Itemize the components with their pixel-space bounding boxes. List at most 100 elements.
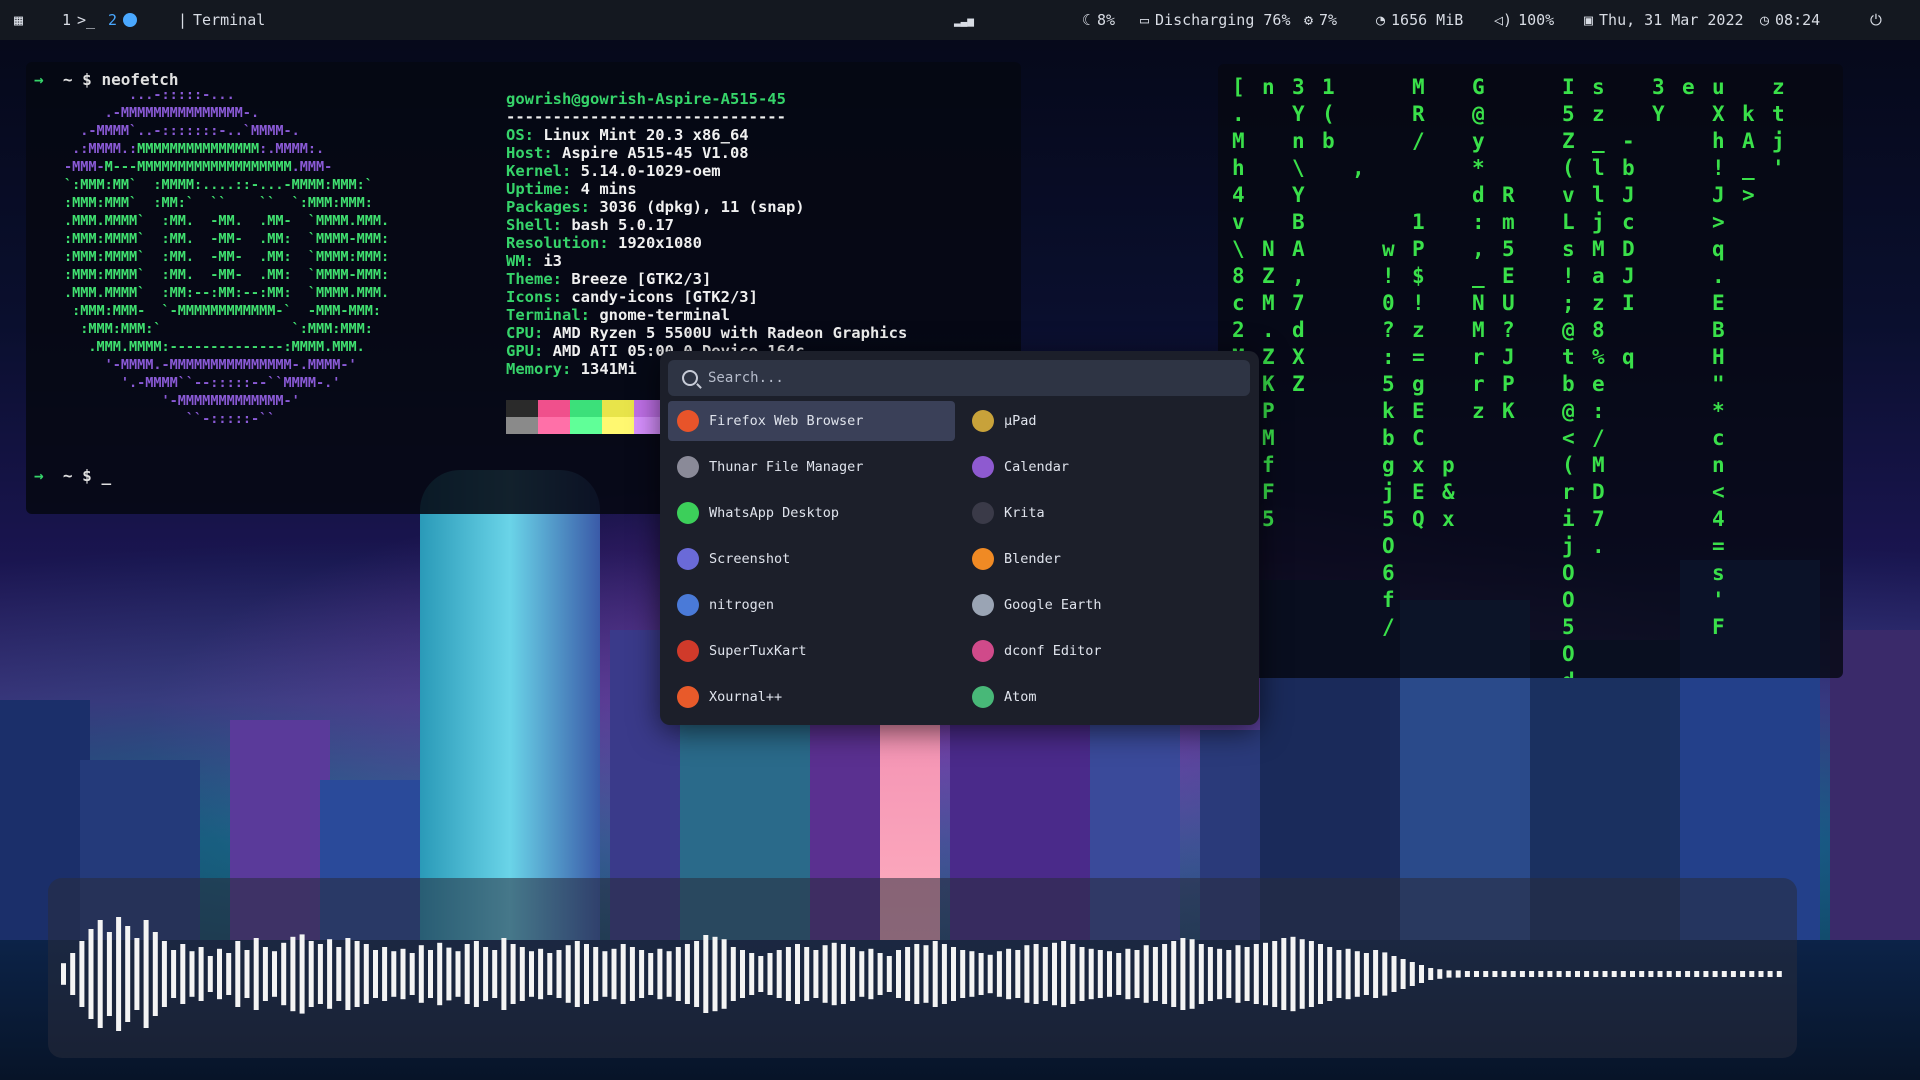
visualizer-bar [70,953,76,995]
launcher-app-item[interactable]: µPad [963,401,1250,441]
visualizer-bar [1336,950,1342,998]
app-launcher: Search... Firefox Web Browser µPad Thunar … [660,351,1259,725]
launcher-app-item[interactable]: Krita [963,493,1250,533]
visualizer-bar [455,951,461,997]
launcher-app-label: Thunar File Manager [709,459,864,475]
visualizer-bar [88,929,94,1019]
visualizer-bar [1474,971,1479,977]
date-widget[interactable]: ▣ Thu, 31 Mar 2022 [1584,0,1744,40]
launcher-app-item[interactable]: Firefox Web Browser [668,401,955,441]
moon-icon: ☾ [1082,11,1092,29]
top-bar: ▦ 1 >_ 2 | Terminal ▂▃▅ ☾ 8% ▭ Dischargi… [0,0,1920,40]
visualizer-bar [290,936,296,1012]
visualizer-bar [207,956,213,992]
launcher-app-item[interactable]: Thunar File Manager [668,447,955,487]
workspace-2[interactable]: 2 [108,0,138,40]
search-input[interactable]: Search... [708,370,784,386]
visualizer-bar [923,945,929,1003]
visualizer-bar [987,954,993,994]
matrix-column [1532,74,1545,101]
visualizer-bar [1253,944,1259,1004]
launcher-app-item[interactable]: Xournal++ [668,677,955,717]
launcher-app-item[interactable]: Google Earth [963,585,1250,625]
launcher-app-label: SuperTuxKart [709,643,807,659]
launcher-app-label: µPad [1004,413,1037,429]
calendar-icon [972,456,994,478]
visualizer-bar [1088,948,1094,1000]
visualizer-bar [666,951,672,997]
google-earth-icon [972,594,994,616]
signal-indicator[interactable]: ▂▃▅ [954,0,974,40]
power-button[interactable]: ⏻ [1870,0,1882,40]
power-icon: ⏻ [1870,11,1882,29]
visualizer-bar [1400,959,1406,989]
visualizer-bar [951,947,956,1001]
dconf-editor-icon [972,640,994,662]
matrix-column: 3 Y n \ Y B A , 7 d X Z [1292,75,1305,396]
launcher-app-label: Xournal++ [709,689,783,705]
memory-widget[interactable]: ◔ 1656 MiB [1376,0,1463,40]
visualizer-bar [152,932,158,1016]
visualizer-bar [336,947,342,1001]
cpu-widget[interactable]: ☾ 8% [1082,0,1115,40]
visualizer-bar [519,947,525,1001]
visualizer-bar [1217,948,1223,1000]
window-title: | Terminal [178,11,266,29]
visualizer-bar [125,926,131,1022]
launcher-app-item[interactable]: nitrogen [668,585,955,625]
launcher-search[interactable]: Search... [668,360,1250,396]
launcher-app-item[interactable]: dconf Editor [963,631,1250,671]
visualizer-bar [767,953,773,995]
matrix-column: p & x [1442,453,1455,531]
volume-widget[interactable]: ◁) 100% [1494,0,1554,40]
visualizer-bar [1437,969,1443,979]
launcher-app-item[interactable]: WhatsApp Desktop [668,493,955,533]
clock-widget[interactable]: ◷ 08:24 [1760,0,1820,40]
launcher-app-label: WhatsApp Desktop [709,505,840,521]
launcher-app-item[interactable]: SuperTuxKart [668,631,955,671]
launcher-app-item[interactable]: Calendar [963,447,1250,487]
visualizer-bar [1207,947,1213,1001]
visualizer-bar [813,950,819,998]
visualizer-bar [1244,947,1250,1001]
visualizer-bar [538,948,544,1000]
visualizer-bar [1602,971,1608,977]
visualizer-bar [620,944,626,1004]
workspace-1[interactable]: 1 >_ [62,0,95,40]
visualizer-bar [363,944,369,1004]
visualizer-bar [354,941,360,1007]
visualizer-bar [593,947,599,1001]
visualizer-bar [1464,971,1470,977]
app-grid-button[interactable]: ▦ [14,0,23,40]
visualizer-bar [1198,944,1204,1004]
visualizer-bar [886,956,892,992]
matrix-column: M R / 1 P $ ! z = g E C x E Q [1412,75,1425,531]
color-swatch [506,417,538,434]
visualizer-bar [1226,950,1232,998]
visualizer-bar [492,950,498,998]
visualizer-bar [1648,971,1654,977]
matrix-terminal[interactable]: [ . M h 4 v \ 8 c 2 M ; F ' 9 j s b : % … [1218,64,1843,678]
launcher-app-item[interactable]: Screenshot [668,539,955,579]
visualizer-bar [1143,945,1149,1003]
terminal-icon: >_ [77,11,96,29]
visualizer-bar [1740,971,1746,977]
visualizer-bar [1079,947,1085,1001]
visualizer-bar [822,945,828,1003]
visualizer-bar [1675,971,1681,977]
visualizer-bar [180,944,186,1004]
battery-widget[interactable]: ▭ Discharging 76% [1140,0,1291,40]
visualizer-bar [1015,950,1021,998]
visualizer-bar [299,934,305,1014]
calendar-icon: ▣ [1584,11,1594,29]
visualizer-bar [79,941,85,1007]
firefox-icon [677,410,699,432]
visualizer-bar [1492,971,1498,977]
visualizer-bar [189,951,195,997]
launcher-app-item[interactable]: Atom [963,677,1250,717]
visualizer-bar [1455,970,1461,978]
matrix-column: k A _ > [1742,102,1755,207]
color-swatch [602,417,634,434]
launcher-app-item[interactable]: Blender [963,539,1250,579]
gpu-widget[interactable]: ⚙ 7% [1304,0,1337,40]
